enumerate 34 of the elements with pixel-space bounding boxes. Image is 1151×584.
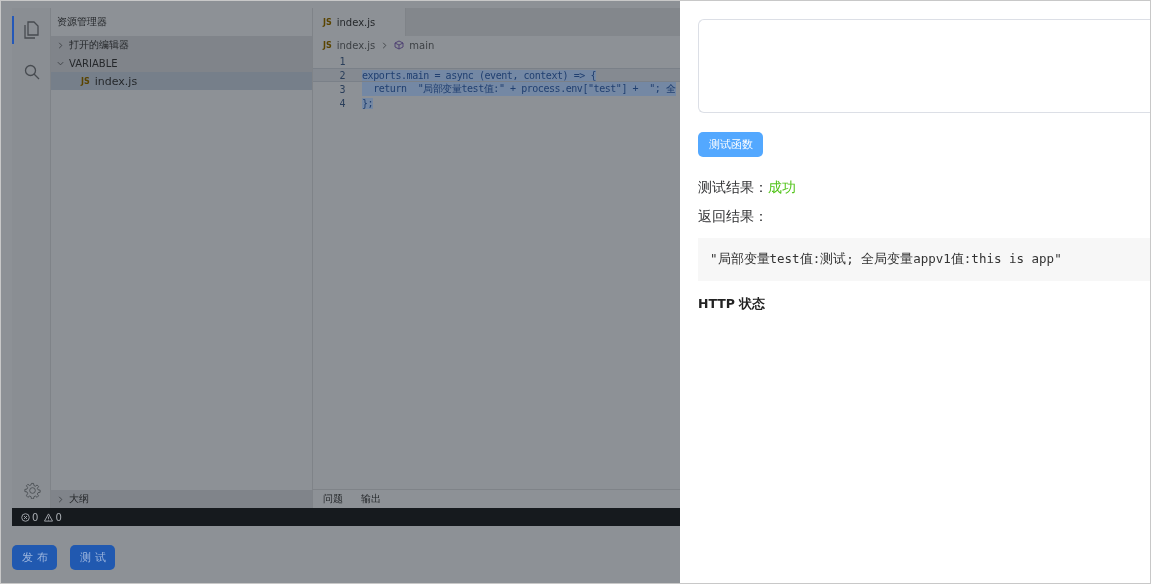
warnings-status[interactable]: 0: [44, 511, 62, 523]
explorer-section[interactable]: 打开的编辑器: [51, 36, 312, 54]
cube-icon: [394, 40, 405, 50]
errors-status[interactable]: 0: [21, 511, 39, 523]
warning-icon: [44, 512, 54, 522]
explorer-section[interactable]: VARIABLE: [51, 54, 312, 72]
input-field[interactable]: [698, 19, 1150, 113]
breadcrumb-file[interactable]: index.js: [336, 39, 376, 51]
panel-tab[interactable]: 输出: [361, 492, 381, 506]
result-value: 成功: [768, 179, 796, 197]
breadcrumb-symbol[interactable]: main: [409, 39, 435, 51]
action-button[interactable]: 测试: [70, 545, 115, 570]
chevron-icon: [56, 494, 65, 504]
error-icon: [21, 512, 30, 522]
line-number: 1: [338, 55, 346, 67]
http-status-label: HTTP 状态: [698, 296, 767, 313]
line-number: 4: [338, 97, 346, 109]
line-number: 2: [338, 69, 346, 81]
chevron-icon: [380, 40, 390, 50]
outline-section[interactable]: 大纲: [51, 490, 312, 508]
action-button[interactable]: 发布: [12, 545, 57, 570]
test-function-button[interactable]: 测试函数: [698, 132, 763, 157]
js-file-icon: JS: [323, 17, 332, 27]
result-label: 测试结果：: [698, 179, 768, 197]
js-file-icon: JS: [81, 76, 90, 86]
return-label: 返回结果：: [698, 208, 769, 226]
js-file-icon: JS: [323, 40, 332, 50]
return-value: "局部变量test值:测试; 全局变量appv1值:this is app": [698, 238, 1150, 281]
panel-tab[interactable]: 问题: [323, 492, 343, 506]
explorer-title: 资源管理器: [56, 15, 108, 29]
file-name: index.js: [94, 74, 138, 88]
file-item[interactable]: JS index.js: [51, 72, 312, 90]
line-number: 3: [338, 83, 346, 95]
editor-tab[interactable]: JS index.js: [313, 8, 407, 36]
